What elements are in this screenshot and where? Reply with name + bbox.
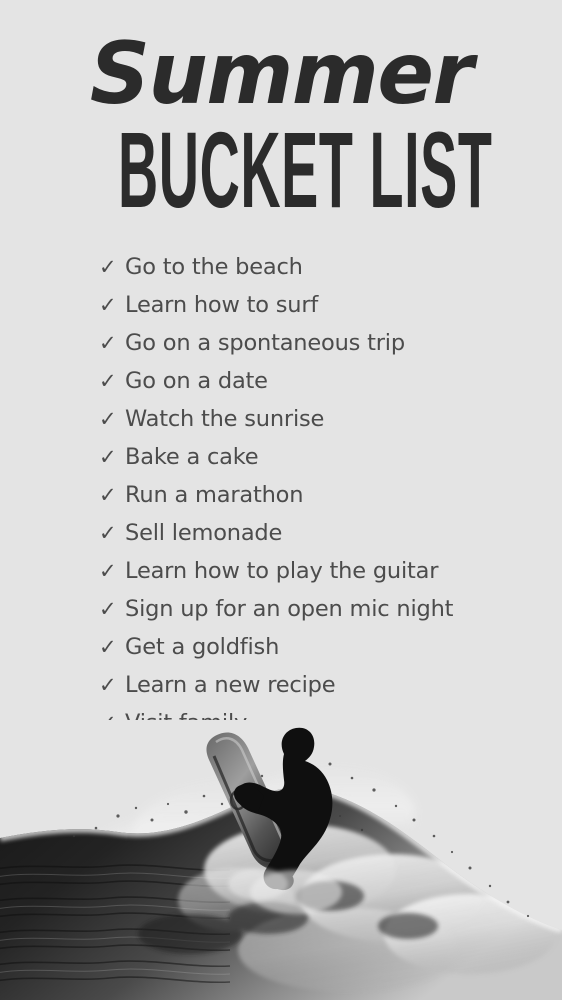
list-item[interactable]: ✓ Get a goldfish bbox=[99, 628, 519, 666]
list-item[interactable]: ✓ Learn how to surf bbox=[99, 286, 519, 324]
list-item-label: Go on a spontaneous trip bbox=[125, 330, 405, 356]
check-icon: ✓ bbox=[99, 445, 117, 469]
list-item-label: Learn a new recipe bbox=[125, 672, 336, 698]
surfer-wave-illustration bbox=[0, 720, 562, 1000]
check-icon: ✓ bbox=[99, 559, 117, 583]
list-item[interactable]: ✓ Learn a new recipe bbox=[99, 666, 519, 704]
list-item-label: Learn how to play the guitar bbox=[125, 558, 439, 584]
surfer-wave-photo bbox=[0, 720, 562, 1000]
title-main-line: BUCKET LIST bbox=[118, 110, 493, 231]
title-script-line: Summer bbox=[89, 24, 474, 124]
list-item-label: Get a goldfish bbox=[125, 634, 280, 660]
bucket-list: ✓ Go to the beach ✓ Learn how to surf ✓ … bbox=[99, 248, 519, 742]
list-item[interactable]: ✓ Go on a date bbox=[99, 362, 519, 400]
list-item[interactable]: ✓ Sell lemonade bbox=[99, 514, 519, 552]
check-icon: ✓ bbox=[99, 673, 117, 697]
list-item[interactable]: ✓ Sign up for an open mic night bbox=[99, 590, 519, 628]
list-item[interactable]: ✓ Learn how to play the guitar bbox=[99, 552, 519, 590]
check-icon: ✓ bbox=[99, 407, 117, 431]
poster-canvas: Summer BUCKET LIST ✓ Go to the beach ✓ L… bbox=[0, 0, 562, 1000]
check-icon: ✓ bbox=[99, 331, 117, 355]
list-item[interactable]: ✓ Run a marathon bbox=[99, 476, 519, 514]
check-icon: ✓ bbox=[99, 255, 117, 279]
list-item-label: Learn how to surf bbox=[125, 292, 319, 318]
list-item-label: Watch the sunrise bbox=[125, 406, 325, 432]
list-item[interactable]: ✓ Bake a cake bbox=[99, 438, 519, 476]
list-item-label: Bake a cake bbox=[125, 444, 259, 470]
check-icon: ✓ bbox=[99, 293, 117, 317]
check-icon: ✓ bbox=[99, 597, 117, 621]
check-icon: ✓ bbox=[99, 521, 117, 545]
check-icon: ✓ bbox=[99, 369, 117, 393]
list-item[interactable]: ✓ Watch the sunrise bbox=[99, 400, 519, 438]
list-item-label: Go to the beach bbox=[125, 254, 303, 280]
list-item-label: Run a marathon bbox=[125, 482, 304, 508]
list-item-label: Sell lemonade bbox=[125, 520, 283, 546]
list-item-label: Sign up for an open mic night bbox=[125, 596, 454, 622]
list-item-label: Go on a date bbox=[125, 368, 268, 394]
list-item[interactable]: ✓ Go to the beach bbox=[99, 248, 519, 286]
check-icon: ✓ bbox=[99, 635, 117, 659]
list-item[interactable]: ✓ Go on a spontaneous trip bbox=[99, 324, 519, 362]
check-icon: ✓ bbox=[99, 483, 117, 507]
poster-title: Summer BUCKET LIST bbox=[0, 24, 562, 224]
